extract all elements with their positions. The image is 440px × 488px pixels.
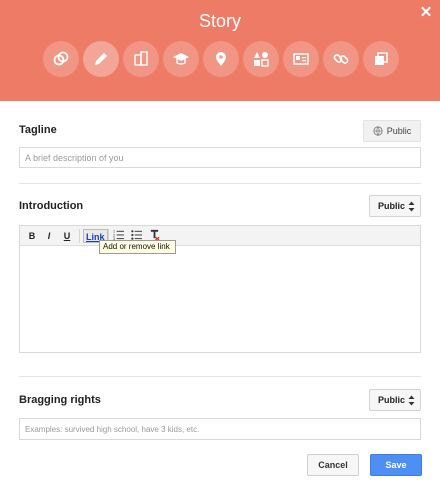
apps-grid-icon[interactable] <box>243 41 279 77</box>
save-button[interactable]: Save <box>370 454 422 476</box>
dialog-title: Story <box>198 11 241 31</box>
story-header: Story ✕ <box>0 0 440 101</box>
bold-button[interactable]: B <box>27 229 37 243</box>
introduction-visibility-select[interactable]: Public <box>369 195 421 217</box>
introduction-visibility-label: Public <box>378 201 406 211</box>
building-icon[interactable] <box>123 41 159 77</box>
cancel-button[interactable]: Cancel <box>307 454 359 476</box>
link-tooltip: Add or remove link <box>99 240 176 254</box>
map-pin-icon[interactable] <box>203 41 239 77</box>
divider <box>19 183 421 184</box>
select-arrows-icon <box>408 201 415 212</box>
links-circle-icon[interactable] <box>43 41 79 77</box>
tagline-input[interactable] <box>19 147 421 168</box>
globe-icon <box>373 126 383 136</box>
bragging-rights-label: Bragging rights <box>19 394 101 406</box>
contact-card-icon[interactable] <box>283 41 319 77</box>
introduction-label: Introduction <box>19 200 84 212</box>
toolbar-separator <box>79 229 80 243</box>
bragging-visibility-label: Public <box>378 395 406 405</box>
italic-button[interactable]: I <box>44 229 54 243</box>
tagline-visibility-label: Public <box>386 126 412 136</box>
layers-icon[interactable] <box>363 41 399 77</box>
chain-link-icon[interactable] <box>323 41 359 77</box>
pencil-icon[interactable] <box>83 41 119 77</box>
tagline-label: Tagline <box>19 124 57 136</box>
underline-button[interactable]: U <box>62 229 72 243</box>
bragging-visibility-select[interactable]: Public <box>369 389 421 411</box>
introduction-editor: B I U Link 123 <box>19 225 421 353</box>
tagline-visibility-button[interactable]: Public <box>363 120 421 142</box>
close-icon[interactable]: ✕ <box>419 5 433 20</box>
category-icon-row <box>43 41 399 77</box>
editor-toolbar: B I U Link 123 <box>20 226 420 246</box>
divider <box>19 376 421 377</box>
select-arrows-icon <box>408 395 415 406</box>
bragging-rights-input[interactable] <box>19 418 421 440</box>
graduation-cap-icon[interactable] <box>163 41 199 77</box>
